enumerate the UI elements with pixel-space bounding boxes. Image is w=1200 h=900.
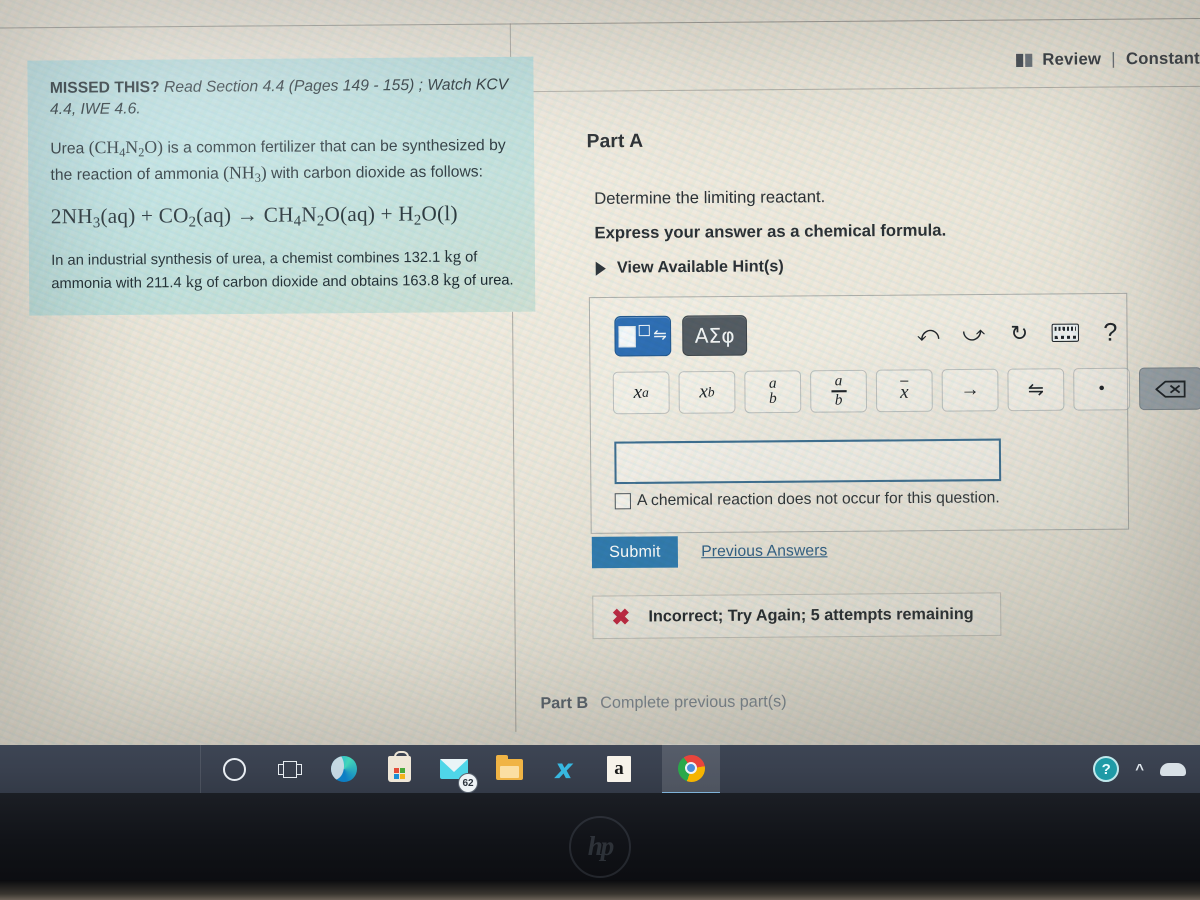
edge-icon[interactable] — [327, 752, 361, 786]
review-constants-bar[interactable]: Review | Constants — [1015, 49, 1200, 70]
template-button[interactable]: ⇋ — [614, 315, 672, 357]
cloud-icon[interactable] — [1160, 762, 1186, 776]
part-b-note: Complete previous part(s) — [600, 693, 787, 712]
equilibrium-arrow-button[interactable]: ⇋ — [1007, 368, 1065, 412]
template-box-icon — [618, 325, 637, 347]
answer-input[interactable] — [614, 438, 1002, 485]
cortana-icon[interactable] — [217, 752, 251, 786]
part-a-question: Determine the limiting reactant. — [594, 187, 826, 208]
right-arrow-button[interactable]: → — [941, 368, 999, 412]
previous-answers-link[interactable]: Previous Answers — [701, 542, 827, 561]
chemical-equation: 2NH3(aq) + CO2(aq) → CH4N2O(aq) + H2O(l) — [50, 201, 458, 232]
browser-page: Review | Constants MISSED THIS? Read Sec… — [0, 0, 1200, 745]
keyboard-icon[interactable] — [1047, 316, 1082, 349]
problem-detail: In an industrial synthesis of urea, a ch… — [51, 245, 514, 293]
backspace-icon — [1155, 380, 1186, 398]
formula-ammonia: (NH3) — [223, 162, 267, 186]
subscript-button[interactable]: xb — [678, 370, 736, 414]
help-icon-tray[interactable]: ? — [1093, 756, 1120, 782]
backspace-button[interactable] — [1138, 367, 1200, 411]
mail-icon[interactable]: 62 — [437, 752, 478, 793]
fraction-button[interactable]: ab — [810, 369, 868, 413]
part-a-header[interactable]: Part A — [556, 130, 644, 154]
problem-intro: Urea (CH4N2O) is a common fertilizer tha… — [50, 135, 506, 186]
template-arrows-icon: ⇋ — [653, 326, 667, 345]
monitor-photo: Review | Constants MISSED THIS? Read Sec… — [0, 0, 1200, 900]
unit-kg-ammonia: kg — [444, 245, 462, 266]
answer-entry-card: ⇋ ΑΣφ ⤺ ⤻ ↻ ? xa xb ab a b x → ⇋ • A che… — [588, 292, 1200, 534]
constants-link[interactable]: Constants — [1126, 49, 1200, 69]
no-reaction-row[interactable]: A chemical reaction does not occur for t… — [614, 489, 1000, 510]
view-hints-label: View Available Hint(s) — [616, 258, 784, 277]
part-b-header[interactable]: Part B Complete previous part(s) — [540, 693, 786, 713]
reset-icon[interactable]: ↻ — [1002, 317, 1037, 350]
missed-this-note: MISSED THIS? Read Section 4.4 (Pages 149… — [50, 75, 514, 121]
book-icon — [1015, 53, 1033, 68]
unit-kg-urea: kg — [442, 269, 460, 290]
caret-right-icon — [595, 261, 606, 276]
part-b-title: Part B — [540, 694, 589, 713]
problem-statement-panel: MISSED THIS? Read Section 4.4 (Pages 149… — [27, 56, 536, 316]
part-a-instruction: Express your answer as a chemical formul… — [594, 221, 947, 243]
amazon-letter: a — [607, 756, 631, 782]
taskbar-icons: 62 x a — [217, 744, 720, 794]
formula-urea: (CH4N2O) — [88, 135, 164, 160]
no-reaction-label: A chemical reaction does not occur for t… — [636, 489, 1000, 510]
mixed-number-button[interactable]: ab — [744, 370, 802, 414]
toolbar-row-primary: ⇋ ΑΣφ ⤺ ⤻ ↻ ? — [614, 312, 1127, 357]
overbar-button[interactable]: x — [875, 369, 933, 413]
part-a-title: Part A — [586, 130, 644, 153]
dot-operator-button[interactable]: • — [1073, 367, 1131, 411]
task-view-icon[interactable] — [272, 752, 306, 786]
screen-area: Review | Constants MISSED THIS? Read Sec… — [0, 0, 1200, 745]
feedback-banner: ✖ Incorrect; Try Again; 5 attempts remai… — [592, 592, 1002, 640]
desk-edge — [0, 880, 1200, 900]
top-divider — [0, 17, 1200, 29]
x-mark-icon: ✖ — [611, 603, 631, 630]
show-hidden-icons-chevron[interactable]: ^ — [1135, 761, 1144, 778]
view-hints-toggle[interactable]: View Available Hint(s) — [595, 258, 784, 278]
bolt-app-icon[interactable]: x — [547, 752, 581, 786]
no-reaction-checkbox[interactable] — [614, 493, 632, 510]
chrome-icon[interactable] — [662, 744, 720, 794]
greek-symbols-button[interactable]: ΑΣφ — [682, 315, 748, 357]
missed-this-label: MISSED THIS? — [49, 78, 160, 97]
system-tray: ? ^ — [1093, 756, 1186, 782]
review-link[interactable]: Review — [1042, 50, 1101, 70]
hp-logo: hp — [569, 815, 631, 878]
unit-kg-co2: kg — [185, 271, 203, 292]
microsoft-store-icon[interactable] — [382, 751, 416, 786]
toolbar-row-symbols: xa xb ab ab x → ⇋ • — [612, 367, 1200, 415]
undo-icon[interactable]: ⤺ — [911, 318, 946, 351]
amazon-icon[interactable]: a — [602, 752, 636, 786]
header-divider — [513, 85, 1200, 93]
mail-unread-badge: 62 — [458, 773, 478, 793]
review-separator: | — [1111, 50, 1116, 69]
template-superscript-icon — [638, 324, 651, 336]
superscript-button[interactable]: xa — [612, 371, 670, 415]
windows-taskbar: 62 x a ? ^ — [0, 744, 1200, 794]
submit-button[interactable]: Submit — [591, 536, 679, 569]
file-explorer-icon[interactable] — [492, 752, 526, 786]
redo-icon[interactable]: ⤻ — [956, 317, 991, 350]
help-icon[interactable]: ? — [1093, 316, 1128, 349]
feedback-message: Incorrect; Try Again; 5 attempts remaini… — [648, 605, 974, 626]
start-button-zone[interactable] — [0, 745, 201, 793]
